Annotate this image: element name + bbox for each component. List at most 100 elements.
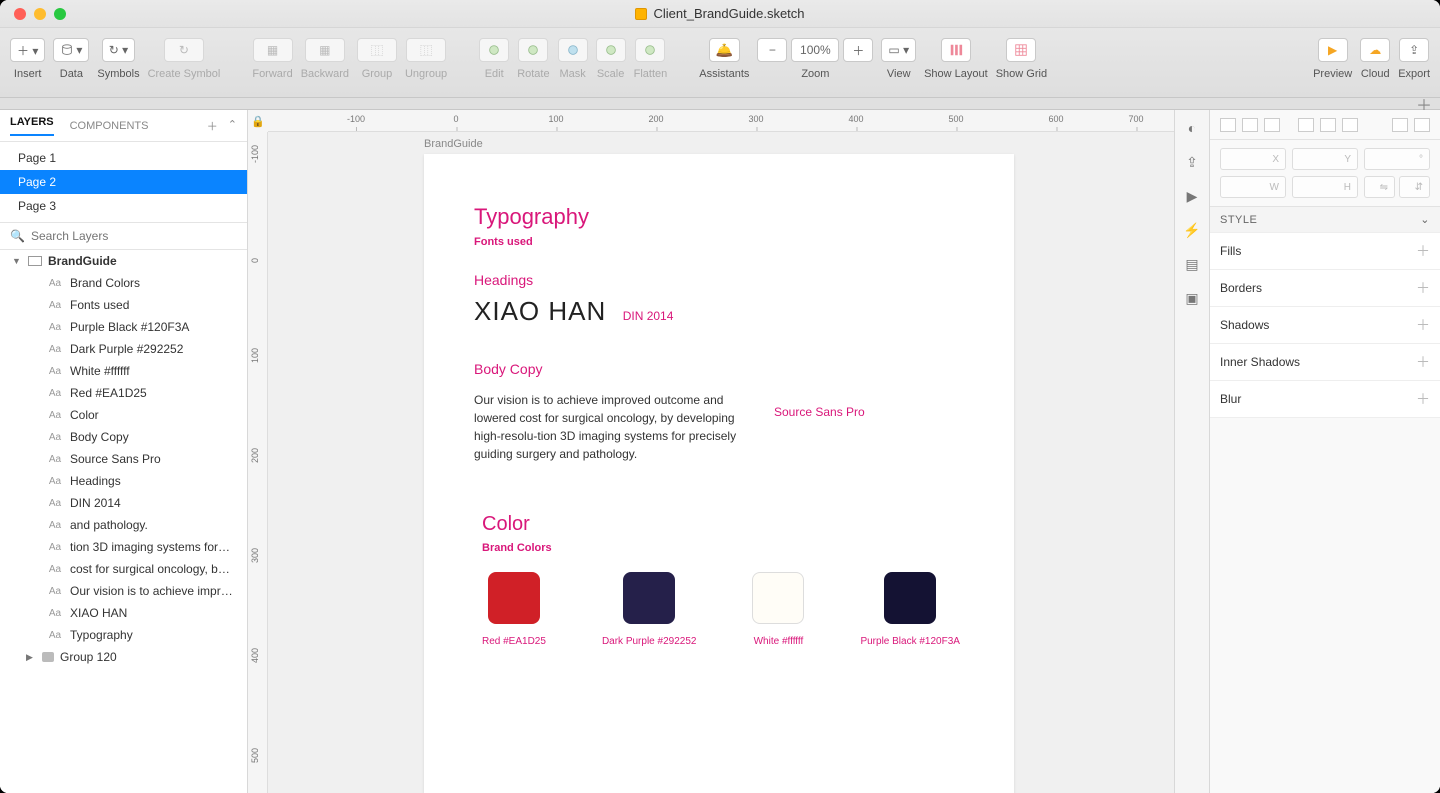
layer-row[interactable]: AaOur vision is to achieve impr… [0, 580, 247, 602]
bolt-icon[interactable]: ⚡ [1182, 220, 1202, 240]
disclosure-triangle-icon[interactable]: ▼ [12, 256, 22, 266]
layer-row[interactable]: AaPurple Black #120F3A [0, 316, 247, 338]
text-xiao-han[interactable]: XIAO HAN [474, 296, 606, 327]
inspector-section[interactable]: Inner Shadows＋ [1210, 344, 1440, 381]
canvas[interactable]: BrandGuide Typography Fonts used Heading… [268, 132, 1174, 793]
add-icon[interactable]: ＋ [1416, 278, 1430, 298]
add-icon[interactable]: ＋ [1416, 241, 1430, 261]
layout-icon[interactable]: ▤ [1182, 254, 1202, 274]
group-button[interactable]: ⿲ [357, 38, 397, 62]
cloud-button[interactable]: ☁ [1360, 38, 1390, 62]
add-icon[interactable]: ＋ [1416, 389, 1430, 409]
edit-button[interactable] [479, 38, 509, 62]
align-bottom-icon[interactable] [1342, 118, 1358, 132]
layer-row[interactable]: AaXIAO HAN [0, 602, 247, 624]
layer-group-row[interactable]: ▶ Group 120 [0, 646, 247, 668]
layer-row[interactable]: AaFonts used [0, 294, 247, 316]
create-symbol-button[interactable]: ↻ [164, 38, 204, 62]
preview-button[interactable]: ▶ [1318, 38, 1348, 62]
forward-button[interactable]: ▦ [253, 38, 293, 62]
text-fonts-used[interactable]: Fonts used [474, 236, 964, 248]
symbols-button[interactable]: ↻ ▾ [102, 38, 135, 62]
align-right-icon[interactable] [1264, 118, 1280, 132]
rotate-button[interactable] [518, 38, 548, 62]
text-body-copy[interactable]: Body Copy [474, 361, 744, 377]
text-color[interactable]: Color [482, 513, 964, 536]
ruler-origin-lock-icon[interactable]: 🔒 [248, 110, 268, 132]
layer-row[interactable]: AaHeadings [0, 470, 247, 492]
add-icon[interactable]: ＋ [1416, 352, 1430, 372]
color-swatch[interactable]: Purple Black #120F3A [860, 572, 960, 647]
artboard-title[interactable]: BrandGuide [424, 138, 483, 150]
chevron-down-icon[interactable]: ⌄ [1420, 213, 1430, 226]
layer-row[interactable]: AaDark Purple #292252 [0, 338, 247, 360]
align-center-v-icon[interactable] [1320, 118, 1336, 132]
inspector-section[interactable]: Borders＋ [1210, 270, 1440, 307]
artboard[interactable]: Typography Fonts used Headings XIAO HAN … [424, 154, 1014, 793]
layer-row[interactable]: AaSource Sans Pro [0, 448, 247, 470]
ruler-vertical[interactable]: -1000100200300400500 [248, 132, 268, 793]
layer-row[interactable]: AaBody Copy [0, 426, 247, 448]
layer-artboard-row[interactable]: ▼ BrandGuide [0, 250, 247, 272]
zoom-in-button[interactable]: ＋ [843, 38, 873, 62]
backward-button[interactable]: ▦ [305, 38, 345, 62]
input-rotation[interactable]: ° [1364, 148, 1430, 170]
tab-layers[interactable]: LAYERS [10, 116, 54, 136]
layer-row[interactable]: AaTypography [0, 624, 247, 646]
data-button[interactable]: ▾ [53, 38, 89, 62]
text-typography[interactable]: Typography [474, 204, 964, 230]
scale-button[interactable] [596, 38, 626, 62]
flatten-button[interactable] [635, 38, 665, 62]
layer-row[interactable]: AaWhite #ffffff [0, 360, 247, 382]
disclosure-triangle-icon[interactable]: ▶ [26, 652, 36, 663]
tab-components[interactable]: COMPONENTS [70, 120, 149, 132]
align-top-icon[interactable] [1298, 118, 1314, 132]
layer-row[interactable]: Aacost for surgical oncology, b… [0, 558, 247, 580]
zoom-out-button[interactable]: − [757, 38, 787, 62]
color-swatch[interactable]: Red #EA1D25 [482, 572, 546, 647]
show-layout-button[interactable] [941, 38, 971, 62]
color-swatch[interactable]: Dark Purple #292252 [602, 572, 697, 647]
input-h[interactable]: H [1292, 176, 1358, 198]
page-item[interactable]: Page 3 [0, 194, 247, 218]
color-swatch[interactable]: White #ffffff [752, 572, 804, 647]
flip-v-button[interactable]: ⇵ [1399, 176, 1430, 198]
view-button[interactable]: ▭ ▾ [881, 38, 916, 62]
inspector-section[interactable]: Blur＋ [1210, 381, 1440, 418]
layer-row[interactable]: Aaand pathology. [0, 514, 247, 536]
zoom-value[interactable]: 100% [791, 38, 839, 62]
layer-row[interactable]: Aation 3D imaging systems for… [0, 536, 247, 558]
ruler-horizontal[interactable]: -1000100200300400500600700 [268, 110, 1174, 132]
align-center-h-icon[interactable] [1242, 118, 1258, 132]
mask-button[interactable] [558, 38, 588, 62]
layer-row[interactable]: AaBrand Colors [0, 272, 247, 294]
page-item[interactable]: Page 1 [0, 146, 247, 170]
share-icon[interactable]: ⇪ [1182, 152, 1202, 172]
play-icon[interactable]: ▶ [1182, 186, 1202, 206]
layer-row[interactable]: AaRed #EA1D25 [0, 382, 247, 404]
distribute-h-icon[interactable] [1392, 118, 1408, 132]
assistants-button[interactable]: 🛎️ [709, 38, 740, 62]
collapse-pages-icon[interactable]: ⌃ [228, 118, 237, 134]
flip-h-button[interactable]: ⇋ [1364, 176, 1395, 198]
text-din-2014[interactable]: DIN 2014 [623, 309, 674, 323]
resize-icon[interactable]: ▣ [1182, 288, 1202, 308]
ungroup-button[interactable]: ⿲ [406, 38, 446, 62]
input-y[interactable]: Y [1292, 148, 1358, 170]
text-headings[interactable]: Headings [474, 272, 964, 288]
align-left-icon[interactable] [1220, 118, 1236, 132]
distribute-v-icon[interactable] [1414, 118, 1430, 132]
inspector-section[interactable]: Shadows＋ [1210, 307, 1440, 344]
text-body-paragraph[interactable]: Our vision is to achieve improved outcom… [474, 391, 744, 463]
input-x[interactable]: X [1220, 148, 1286, 170]
color-panel-icon[interactable]: ◐ [1182, 118, 1202, 138]
input-w[interactable]: W [1220, 176, 1286, 198]
add-page-icon[interactable]: ＋ [207, 118, 218, 134]
text-brand-colors[interactable]: Brand Colors [482, 542, 964, 554]
inspector-section[interactable]: Fills＋ [1210, 233, 1440, 270]
text-source-sans[interactable]: Source Sans Pro [774, 405, 865, 419]
layer-row[interactable]: AaDIN 2014 [0, 492, 247, 514]
add-icon[interactable]: ＋ [1416, 315, 1430, 335]
layer-row[interactable]: AaColor [0, 404, 247, 426]
insert-button[interactable]: ＋ ▾ [10, 38, 45, 62]
